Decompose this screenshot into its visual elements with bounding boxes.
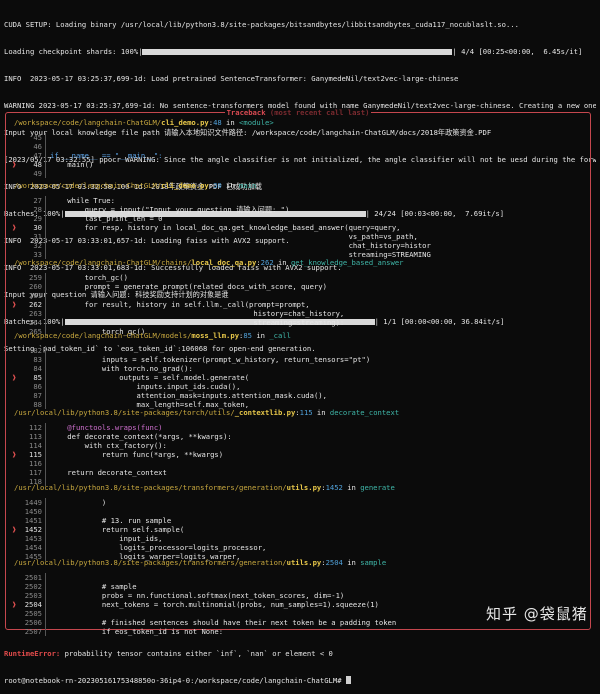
log-line: CUDA SETUP: Loading binary /usr/local/li… [4,20,519,29]
error-line: RuntimeError: probability tensor contain… [4,649,351,658]
frame-header: /usr/local/lib/python3.8/site-packages/t… [14,558,387,567]
code-line: 1453 input_ids, [24,534,163,543]
code-line: 49 [20,169,163,178]
code-block: 259 torch_gc() 260 prompt = generate_pro… [12,273,345,336]
code-line: 28 query = input("Input your question 请输… [33,205,290,214]
frame-header: /usr/local/lib/python3.8/site-packages/t… [14,408,400,417]
code-line: 114 with ctx_factory(): [29,441,167,450]
code-line: 47 if __name__ == "__main__": [33,151,163,160]
code-line: 117 return decorate_context [29,468,167,477]
code-line: 1451 # 13. run sample [24,516,172,525]
error-message: probability tensor contains either `inf`… [60,649,333,658]
code-line: 264 streaming=streaming): [29,318,345,327]
code-line: 83 inputs = self.tokenizer(prompt_w_hist… [33,355,371,364]
code-line: 45 [20,133,163,142]
code-line: 87 attention_mask=inputs.attention_mask.… [33,391,327,400]
frame-header: /workspace/code/langchain-ChatGLM/cli_de… [14,118,274,127]
code-line-current: ❱ 30 for resp, history in local_doc_qa.ge… [12,223,401,232]
log-line: INFO 2023-05-17 03:25:37,699-1d: Load pr… [4,74,459,83]
code-block: 45 46 47 if __name__ == "__main__": ❱ 48 m… [12,133,163,178]
current-line-arrow-icon: ❱ [12,525,17,534]
code-line: 1450 [20,507,266,516]
checkpoint-progress: Loading checkpoint shards: 100%| | 4/4 [0… [4,47,596,56]
error-type: RuntimeError: [4,649,61,658]
code-line-current: ❱ 262 for result, history in self.llm._ca… [12,300,310,309]
traceback-panel: Traceback (most recent call last) /works… [5,108,591,636]
error-output: RuntimeError: probability tensor contain… [4,631,351,694]
code-line: 259 torch_gc() [29,273,128,282]
current-line-arrow-icon: ❱ [12,223,17,232]
progress-label: Loading checkpoint shards: 100%| [4,47,143,56]
current-line-arrow-icon: ❱ [12,600,17,609]
watermark: 知乎 @袋鼠猪 [486,605,588,623]
shell-prompt[interactable]: root@notebook-rn-20230516175348850o-36ip… [4,676,351,685]
code-line: 116 [20,459,232,468]
code-line: 2502 # sample [24,582,137,591]
progress-stats: | 4/4 [00:25<00:00, 6.45s/it] [452,47,583,56]
code-line: 1449 ) [24,498,107,507]
code-line-current: ❱ 1452 return self.sample( [12,525,185,534]
traceback-title: Traceback (most recent call last) [224,108,372,117]
code-line: 84 with torch.no_grad(): [33,364,193,373]
cursor [345,676,351,684]
code-line: 2505 [20,609,396,618]
code-line: 263 history=chat_history, [29,309,345,318]
current-line-arrow-icon: ❱ [12,300,17,309]
code-line: 260 prompt = generate_prompt(related_doc… [29,282,327,291]
code-block: 27 while True: 28 query = input("Input y… [12,196,431,259]
code-line: 27 while True: [33,196,115,205]
code-line: 113 def decorate_context(*args, **kwargs… [29,432,232,441]
code-line: 32 chat_history=histor [33,241,431,250]
code-line: 1454 logits_processor=logits_processor, [24,543,267,552]
frame-header: /usr/local/lib/python3.8/site-packages/t… [14,483,395,492]
code-line: 112 @functools.wraps(func) [29,423,163,432]
code-line: 29 last_print_len = 0 [33,214,163,223]
code-block: 112 @functools.wraps(func) 113 def decor… [12,423,232,486]
code-line: 261 [20,291,344,300]
code-line: 82 [20,346,370,355]
code-line: 2506 # finished sentences should have th… [24,618,397,627]
progress-bar-checkpoint [142,49,453,55]
code-line: 46 [20,142,163,151]
current-line-arrow-icon: ❱ [12,373,17,382]
code-line: 31 vs_path=vs_path, [33,232,418,241]
code-line-current: ❱ 48 main() [12,160,94,169]
code-line-current: ❱ 115 return func(*args, **kwargs) [12,450,224,459]
code-block: 2501 2502 # sample 2503 probs = nn.funct… [12,573,397,636]
frame-header: /workspace/code/langchain-ChatGLM/chains… [14,258,404,267]
frame-header: /workspace/code/langchain-ChatGLM/models… [14,331,291,340]
current-line-arrow-icon: ❱ [12,450,17,459]
code-block: 82 83 inputs = self.tokenizer(prompt_w_h… [12,346,371,409]
current-line-arrow-icon: ❱ [12,160,17,169]
frame-header: /workspace/code/langchain-ChatGLM/cli_de… [14,181,257,190]
code-line-current: ❱ 85 outputs = self.model.generate( [12,373,250,382]
code-block: 1449 ) 1450 1451 # 13. run sample ❱ 1452 … [12,498,267,561]
code-line: 2503 probs = nn.functional.softmax(next_… [24,591,345,600]
code-line: 2501 [20,573,396,582]
code-line-current: ❱ 2504 next_tokens = torch.multinomial(pr… [12,600,379,609]
code-line: 86 inputs.input_ids.cuda(), [33,382,241,391]
